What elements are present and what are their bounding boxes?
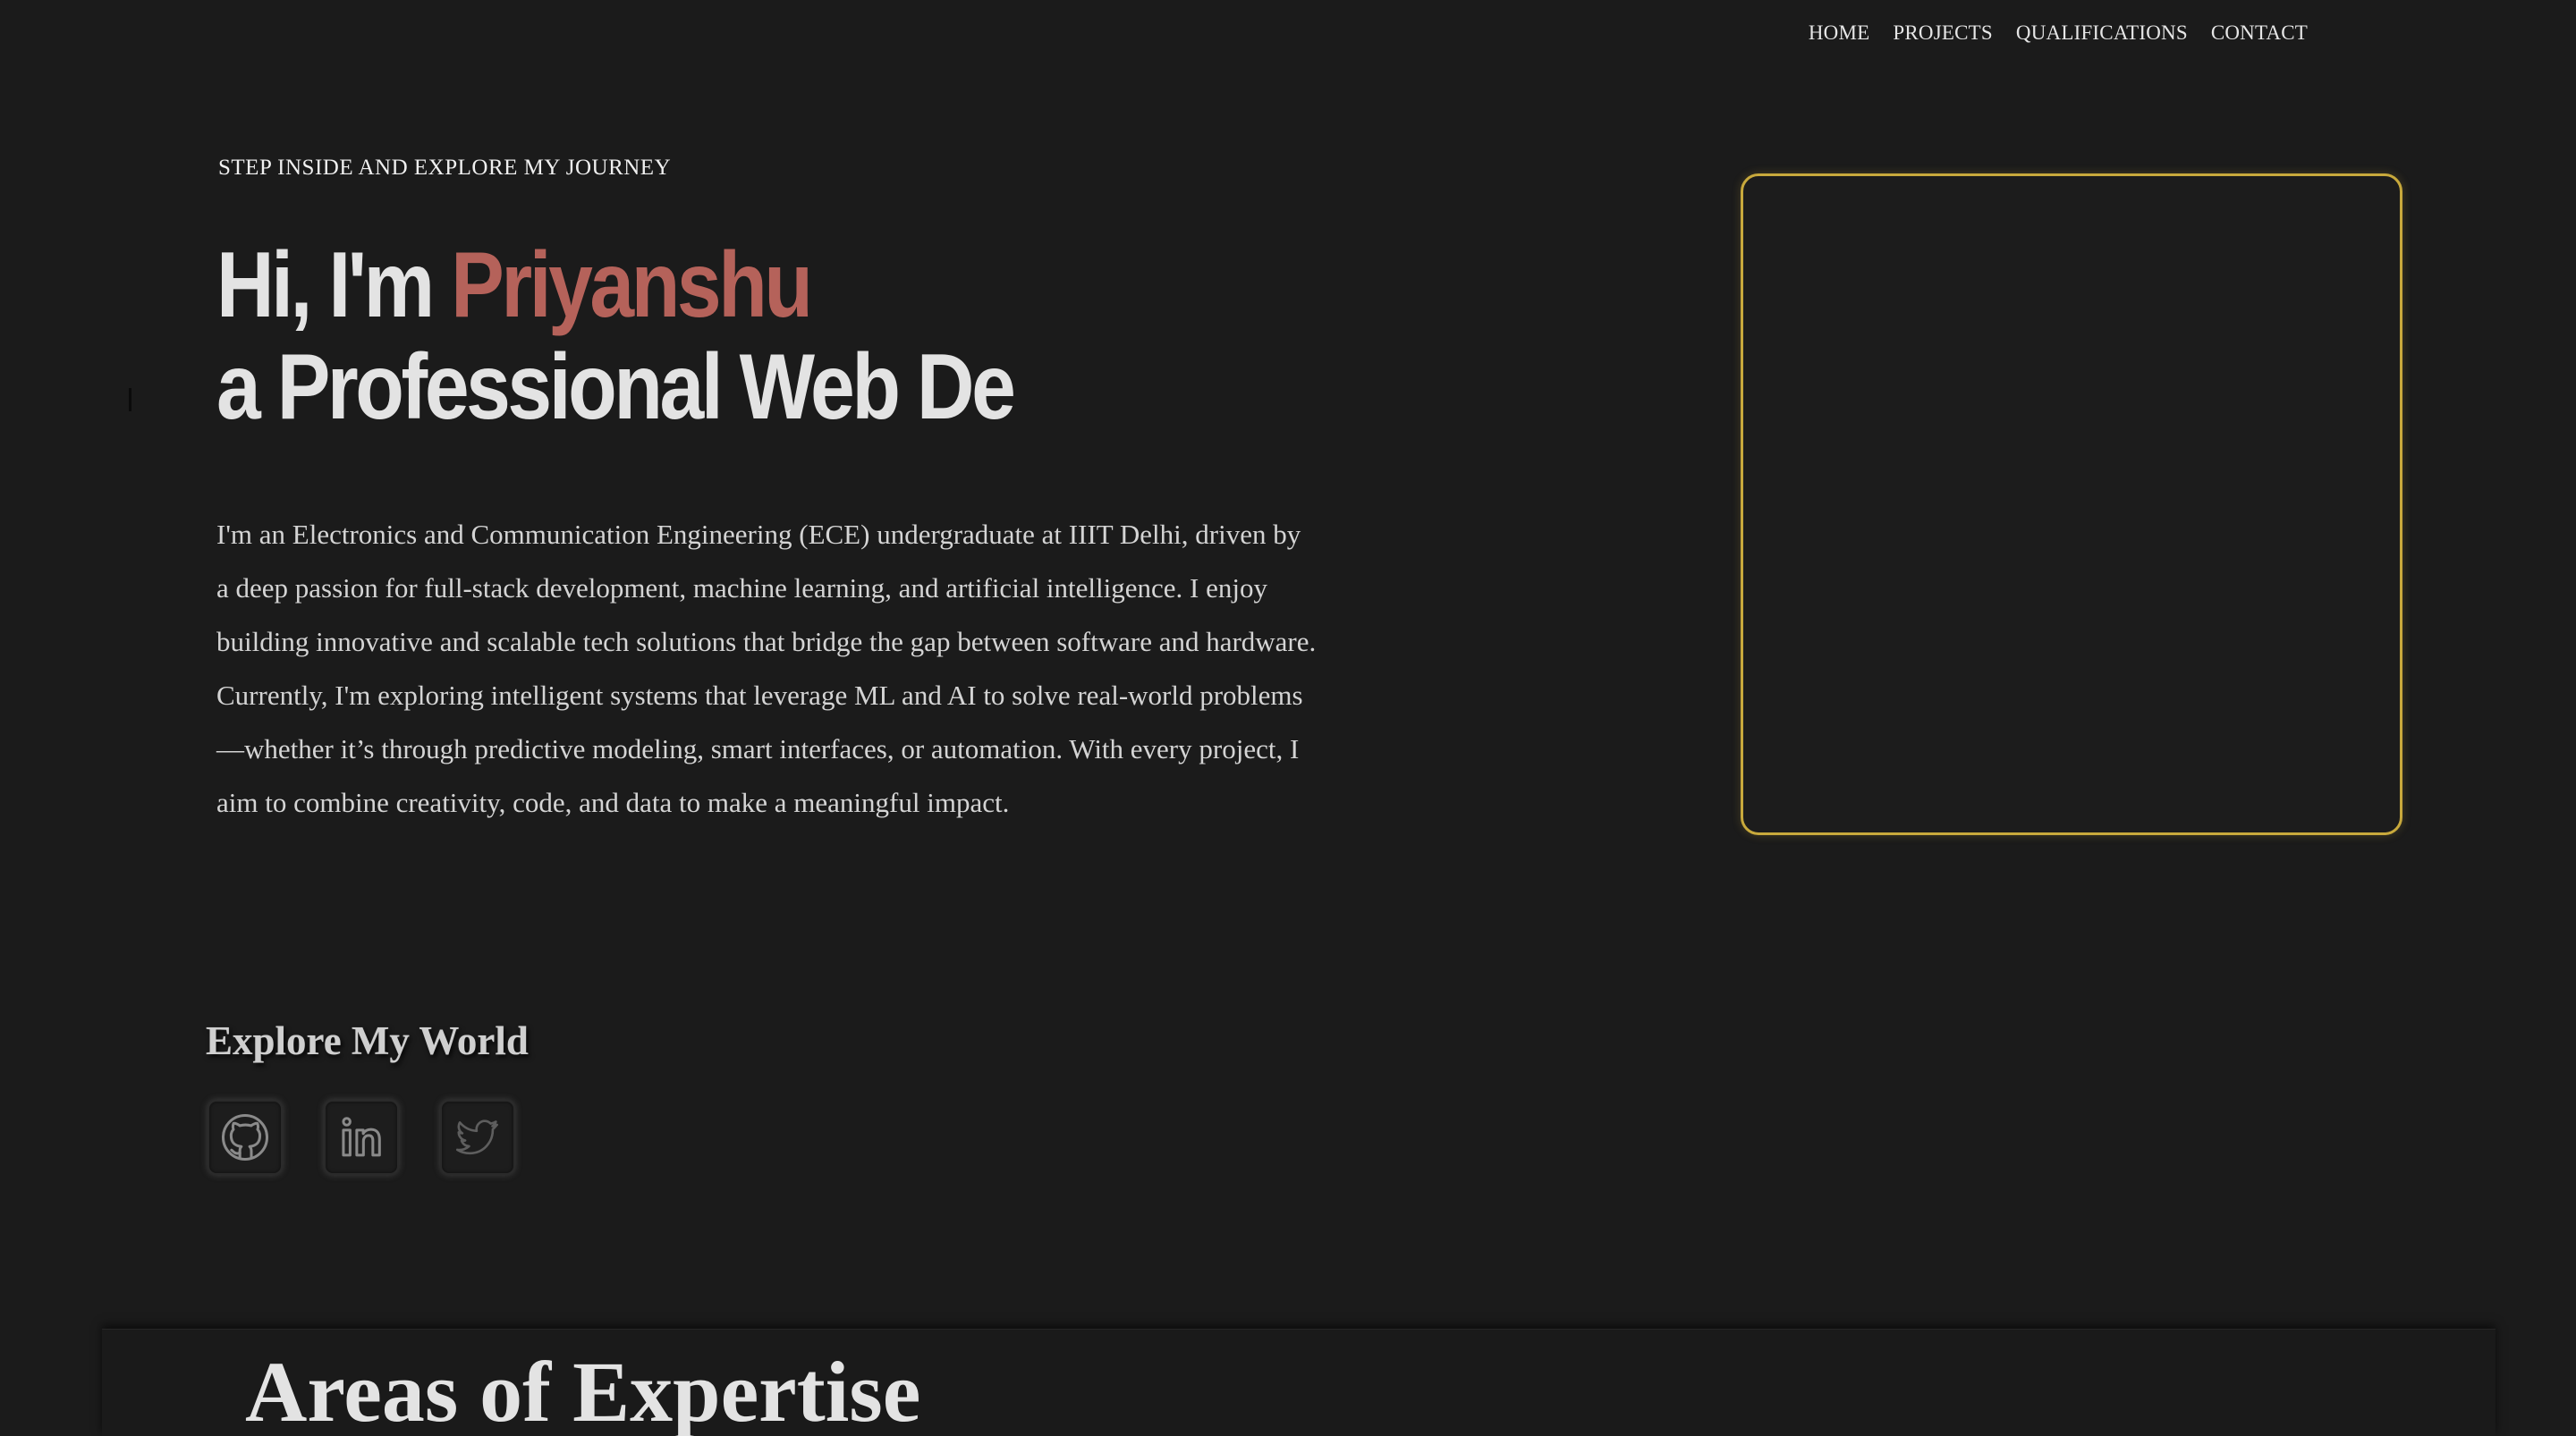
name-highlight: Priyanshu	[451, 233, 813, 337]
top-nav: HOME PROJECTS QUALIFICATIONS CONTACT	[1809, 21, 2308, 45]
typed-role-text: a Professional Web De	[216, 335, 1016, 439]
expertise-section-preview: Areas of Expertise	[102, 1329, 2496, 1436]
linkedin-icon	[342, 1117, 381, 1157]
nav-qualifications[interactable]: QUALIFICATIONS	[2016, 21, 2188, 45]
nav-home[interactable]: HOME	[1809, 21, 1870, 45]
socials-title: Explore My World	[206, 1018, 529, 1063]
hero-headline: Hi, I'm Priyanshu a Professional Web De	[216, 233, 1016, 439]
greeting-text: Hi, I'm	[216, 233, 452, 337]
expertise-section-title: Areas of Expertise	[245, 1344, 921, 1436]
nav-projects[interactable]: PROJECTS	[1893, 21, 1993, 45]
profile-image-frame	[1741, 173, 2402, 835]
nav-contact[interactable]: CONTACT	[2211, 21, 2308, 45]
github-icon	[221, 1113, 269, 1161]
hero-bio: I'm an Electronics and Communication Eng…	[216, 519, 1317, 818]
social-links	[208, 1100, 515, 1175]
github-link[interactable]	[208, 1100, 283, 1175]
hero-eyebrow: STEP INSIDE AND EXPLORE MY JOURNEY	[218, 156, 672, 180]
linkedin-link[interactable]	[324, 1100, 399, 1175]
twitter-icon	[455, 1119, 498, 1155]
text-cursor-mark	[129, 388, 131, 411]
twitter-link[interactable]	[440, 1100, 515, 1175]
